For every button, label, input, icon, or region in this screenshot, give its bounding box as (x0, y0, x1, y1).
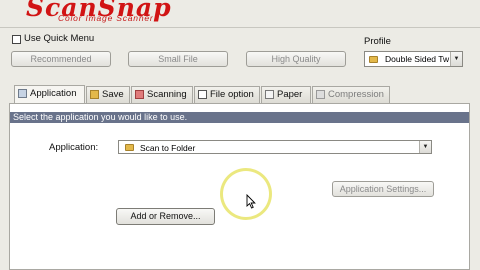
add-or-remove-button[interactable]: Add or Remove... (116, 208, 215, 225)
instruction-bar: Select the application you would like to… (10, 112, 469, 123)
folder-icon (369, 56, 378, 63)
tab-paper-label: Paper (277, 89, 303, 100)
compression-icon (316, 90, 325, 99)
chevron-down-icon: ▼ (450, 52, 462, 66)
application-icon (18, 89, 27, 98)
recommended-button[interactable]: Recommended (11, 51, 111, 67)
small-file-button[interactable]: Small File (128, 51, 228, 67)
tab-application[interactable]: Application (14, 85, 85, 104)
header-divider (0, 27, 480, 28)
tab-compression[interactable]: Compression (312, 86, 390, 103)
save-icon (90, 90, 99, 99)
tab-application-label: Application (30, 88, 77, 99)
application-select[interactable]: Scan to Folder ▼ (118, 140, 432, 154)
tab-compression-label: Compression (328, 89, 384, 100)
tab-file-option[interactable]: File option (194, 86, 260, 103)
tab-scanning-label: Scanning (147, 89, 187, 100)
profile-value: Double Sided Tw (385, 54, 450, 64)
folder-icon (125, 144, 134, 151)
tab-save-label: Save (102, 89, 124, 100)
scanning-icon (135, 90, 144, 99)
logo-subtitle: Color Image Scanner (58, 13, 154, 23)
high-quality-button[interactable]: High Quality (246, 51, 346, 67)
application-label: Application: (49, 142, 99, 153)
use-quick-menu-label[interactable]: Use Quick Menu (24, 33, 94, 44)
mouse-cursor-icon (246, 194, 256, 209)
tab-file-option-label: File option (210, 89, 254, 100)
paper-icon (265, 90, 274, 99)
use-quick-menu-checkbox[interactable] (12, 35, 21, 44)
tab-save[interactable]: Save (86, 86, 130, 103)
file-option-icon (198, 90, 207, 99)
tab-scanning[interactable]: Scanning (131, 86, 193, 103)
profile-label: Profile (364, 36, 391, 47)
profile-select[interactable]: Double Sided Tw ▼ (364, 51, 463, 67)
application-value: Scan to Folder (140, 143, 196, 153)
application-settings-button[interactable]: Application Settings... (332, 181, 434, 197)
tab-paper[interactable]: Paper (261, 86, 311, 103)
chevron-down-icon: ▼ (419, 141, 431, 153)
